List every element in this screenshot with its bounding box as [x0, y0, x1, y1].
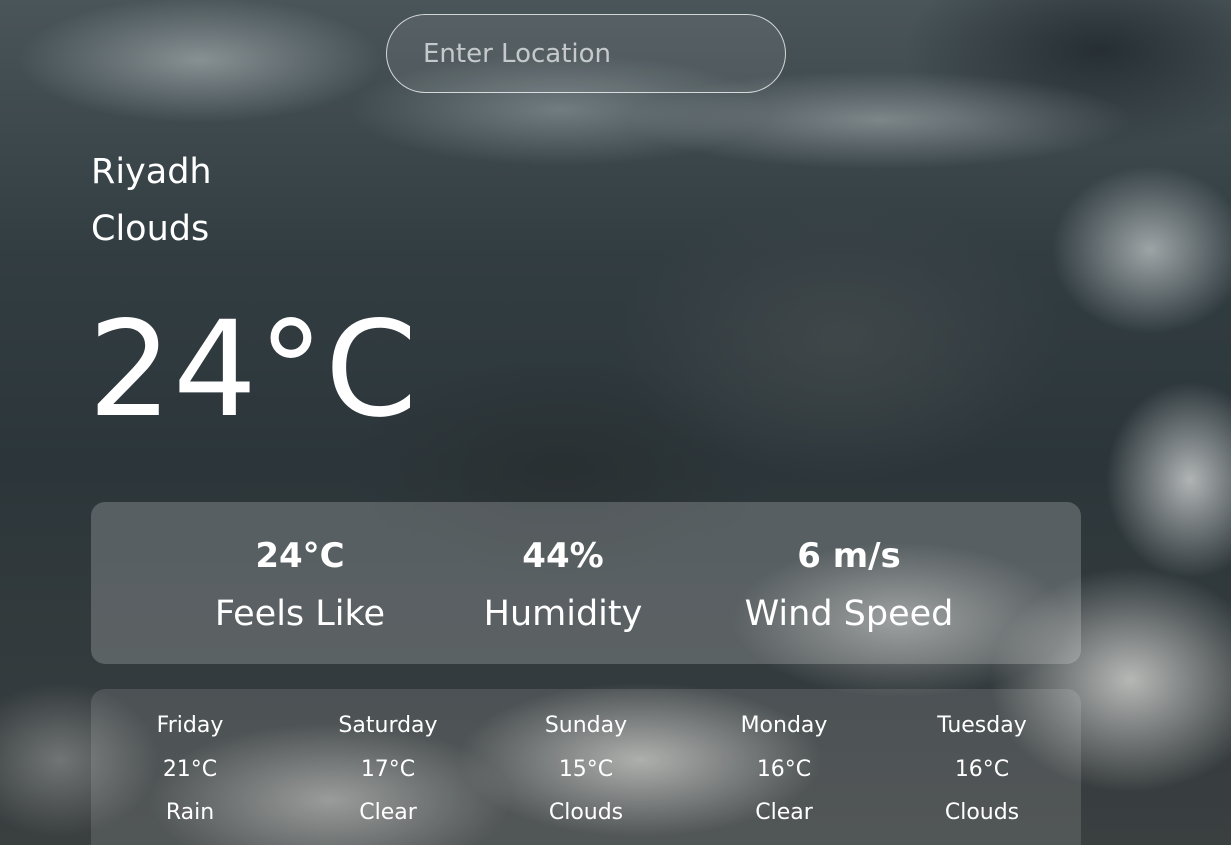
forecast-day-temp: 15°C [558, 757, 614, 782]
forecast-day-name: Monday [740, 713, 828, 738]
wind-speed-label: Wind Speed [744, 594, 954, 634]
forecast-day-temp: 16°C [954, 757, 1010, 782]
current-temperature: 24°C [88, 293, 419, 447]
forecast-panel: Friday 21°C Rain Saturday 17°C Clear Sun… [91, 689, 1081, 845]
humidity-label: Humidity [483, 594, 643, 634]
wind-speed-value: 6 m/s [797, 536, 901, 576]
forecast-day-name: Friday [156, 713, 224, 738]
humidity-stat: 44% Humidity [413, 534, 713, 638]
forecast-day: Friday 21°C Rain [91, 711, 289, 828]
forecast-day: Tuesday 16°C Clouds [883, 711, 1081, 828]
forecast-day-name: Sunday [544, 713, 628, 738]
forecast-day-condition: Clouds [944, 800, 1020, 825]
forecast-day: Saturday 17°C Clear [289, 711, 487, 828]
forecast-day-name: Saturday [338, 713, 438, 738]
humidity-value: 44% [522, 536, 604, 576]
feels-like-label: Feels Like [214, 594, 386, 634]
location-name: Riyadh [91, 152, 212, 192]
forecast-day-temp: 17°C [360, 757, 416, 782]
weather-condition: Clouds [91, 209, 210, 249]
forecast-day-name: Tuesday [937, 713, 1027, 738]
search-bar [386, 14, 786, 93]
forecast-day-condition: Clear [755, 800, 813, 825]
weather-stats-panel: 24°C Feels Like 44% Humidity 6 m/s Wind … [91, 502, 1081, 664]
location-search-input[interactable] [386, 14, 786, 93]
forecast-day-condition: Clouds [548, 800, 624, 825]
forecast-day-temp: 21°C [162, 757, 218, 782]
forecast-day: Sunday 15°C Clouds [487, 711, 685, 828]
forecast-day-condition: Rain [165, 800, 215, 825]
forecast-day: Monday 16°C Clear [685, 711, 883, 828]
feels-like-value: 24°C [255, 536, 345, 576]
forecast-day-temp: 16°C [756, 757, 812, 782]
wind-speed-stat: 6 m/s Wind Speed [699, 534, 999, 638]
feels-like-stat: 24°C Feels Like [150, 534, 450, 638]
forecast-day-condition: Clear [359, 800, 417, 825]
